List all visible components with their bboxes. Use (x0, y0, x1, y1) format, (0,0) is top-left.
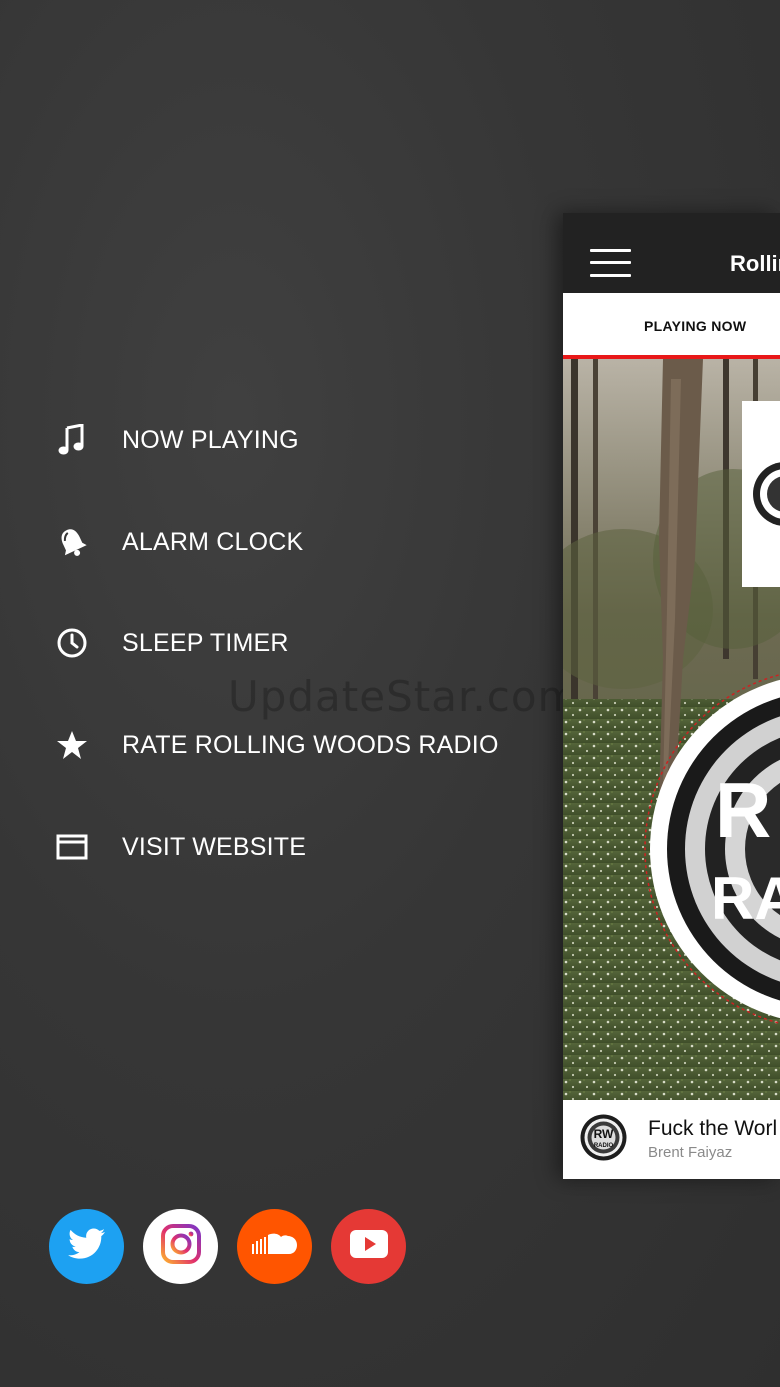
instagram-icon (160, 1223, 202, 1270)
watermark-text: UpdateStar.com (228, 672, 580, 721)
menu-item-visit-website[interactable]: VISIT WEBSITE (52, 817, 532, 877)
youtube-icon (349, 1229, 389, 1264)
menu-item-label: RATE ROLLING WOODS RADIO (122, 730, 499, 759)
instagram-button[interactable] (143, 1209, 218, 1284)
menu-item-alarm-clock[interactable]: ALARM CLOCK (52, 512, 532, 572)
menu-item-label: VISIT WEBSITE (122, 832, 307, 861)
svg-text:RW: RW (594, 1127, 614, 1141)
svg-text:RA: RA (711, 865, 780, 932)
youtube-button[interactable] (331, 1209, 406, 1284)
twitter-button[interactable] (49, 1209, 124, 1284)
main-content-preview[interactable]: Rollin PLAYING NOW (563, 213, 780, 1179)
track-artist: Brent Faiyaz (648, 1144, 733, 1161)
menu-item-sleep-timer[interactable]: SLEEP TIMER (52, 613, 532, 673)
menu-item-label: SLEEP TIMER (122, 628, 289, 657)
menu-item-now-playing[interactable]: NOW PLAYING (52, 410, 532, 470)
browser-window-icon (52, 827, 92, 867)
music-note-icon (52, 420, 92, 460)
svg-text:RADIO: RADIO (594, 1143, 614, 1149)
app-title: Rollin (730, 251, 780, 276)
bell-icon (52, 522, 92, 562)
soundcloud-button[interactable] (237, 1209, 312, 1284)
svg-text:R: R (715, 766, 771, 854)
station-artwork: R RA (563, 359, 780, 1100)
star-icon (52, 725, 92, 765)
tab-playing-now[interactable]: PLAYING NOW (644, 318, 746, 334)
soundcloud-icon (251, 1232, 299, 1261)
app-toolbar: Rollin (563, 213, 780, 293)
station-logo-thumbnail: RW RADIO (580, 1114, 627, 1161)
social-links (49, 1209, 406, 1284)
clock-icon (52, 623, 92, 663)
menu-item-label: NOW PLAYING (122, 425, 299, 454)
menu-item-rate-app[interactable]: RATE ROLLING WOODS RADIO (52, 715, 532, 775)
now-playing-bar[interactable]: RW RADIO Fuck the Worl Brent Faiyaz (563, 1100, 780, 1179)
twitter-icon (67, 1228, 106, 1265)
hamburger-menu-icon[interactable] (590, 249, 631, 277)
menu-item-label: ALARM CLOCK (122, 527, 304, 556)
tab-bar: PLAYING NOW (563, 293, 780, 359)
track-title: Fuck the Worl (648, 1117, 778, 1140)
